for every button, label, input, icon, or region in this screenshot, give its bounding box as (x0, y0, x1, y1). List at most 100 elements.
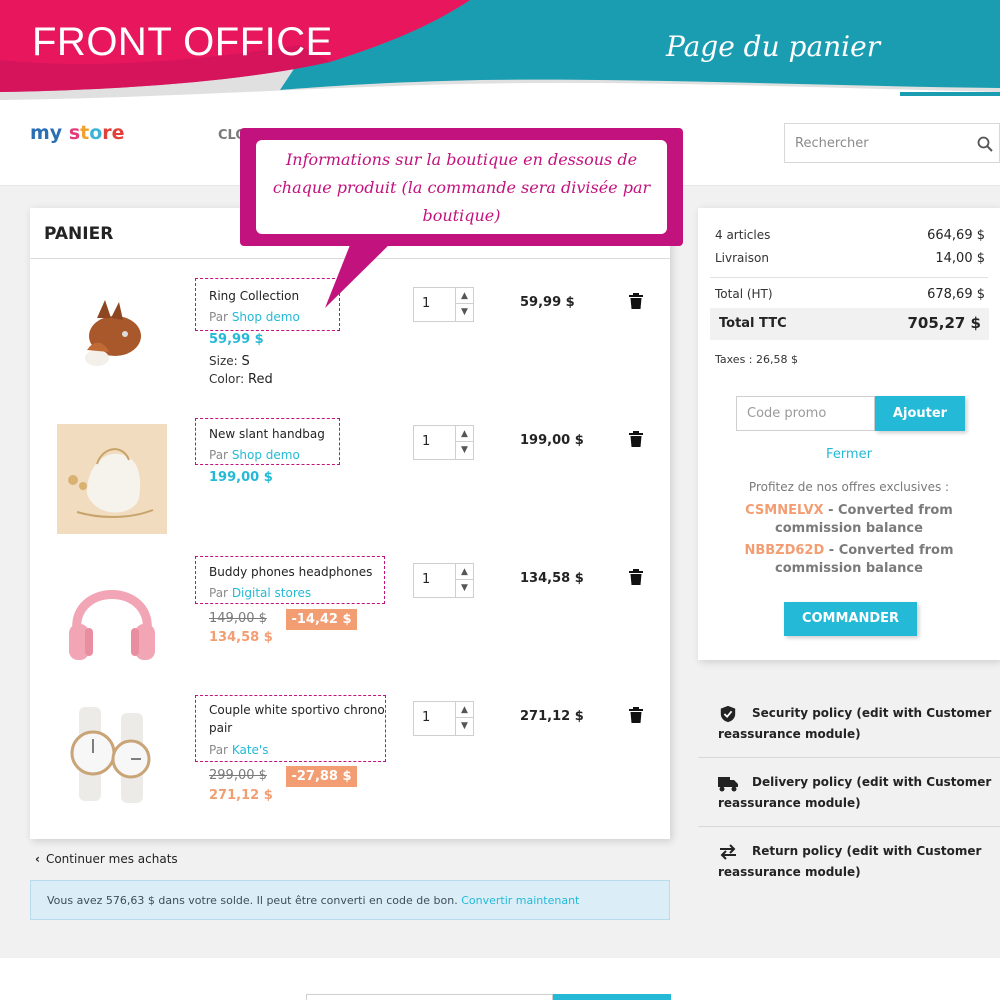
cart-item: Couple white sportivo chrono pair Par Ka… (30, 693, 670, 833)
white-watches-image (57, 699, 167, 809)
shop-link[interactable]: Digital stores (232, 586, 311, 600)
continue-shopping-link[interactable]: ‹ Continuer mes achats (35, 852, 178, 866)
quantity-value[interactable]: 1 (422, 296, 430, 311)
shop-prefix: Par (209, 586, 228, 600)
chevron-down-icon[interactable]: ▼ (456, 442, 473, 458)
product-shop: Par Digital stores (209, 586, 311, 600)
product-name[interactable]: New slant handbag (209, 425, 325, 443)
product-name-line: Couple white sportivo chrono (209, 703, 385, 717)
chevron-down-icon[interactable]: ▼ (456, 718, 473, 734)
quantity-stepper[interactable]: 1 ▲ ▼ (413, 425, 474, 460)
trash-icon[interactable] (629, 569, 643, 585)
quantity-buttons: ▲ ▼ (455, 702, 473, 735)
product-name[interactable]: Ring Collection (209, 287, 299, 305)
reassurance-text: Security policy (edit with Customer reas… (718, 706, 992, 741)
product-price: 59,99 $ (209, 332, 264, 347)
summary-total-ttc: Total TTC 705,27 $ (710, 308, 989, 340)
line-total: 134,58 $ (520, 571, 584, 586)
quantity-stepper[interactable]: 1 ▲ ▼ (413, 701, 474, 736)
footer (0, 958, 1000, 1000)
attribute-value: S (241, 354, 250, 369)
white-handbag-image (57, 424, 167, 534)
product-price: 199,00 $ (209, 470, 273, 485)
voucher-code-desc: commission balance (775, 561, 923, 576)
chevron-down-icon[interactable]: ▼ (456, 304, 473, 320)
add-promo-button[interactable]: Ajouter (875, 396, 965, 431)
summary-shipping-value: 14,00 $ (935, 251, 985, 266)
chevron-up-icon[interactable]: ▲ (456, 288, 473, 304)
summary-shipping: Livraison 14,00 $ (715, 251, 985, 266)
product-price: 271,12 $ (209, 788, 273, 803)
shop-prefix: Par (209, 743, 228, 757)
summary-divider (710, 277, 988, 278)
callout-annotation: Informations sur la boutique en dessous … (240, 128, 683, 246)
voucher-code-value[interactable]: CSMNELVX (745, 503, 823, 518)
search-icon[interactable] (977, 136, 993, 152)
shop-link[interactable]: Kate's (232, 743, 269, 757)
voucher-code-desc: commission balance (775, 521, 923, 536)
chevron-up-icon[interactable]: ▲ (456, 564, 473, 580)
product-shop: Par Shop demo (209, 310, 300, 324)
pink-headphones-image (57, 562, 167, 672)
line-total: 59,99 $ (520, 295, 575, 310)
trash-icon[interactable] (629, 707, 643, 723)
chevron-down-icon[interactable]: ▼ (456, 580, 473, 596)
regular-price: 149,00 $ (209, 611, 267, 626)
reassurance-divider (698, 757, 1000, 758)
voucher-code[interactable]: NBBZD62D - Converted from commission bal… (698, 542, 1000, 578)
search-input[interactable] (785, 124, 965, 162)
convert-now-link[interactable]: Convertir maintenant (461, 894, 579, 907)
cart-divider (30, 258, 670, 259)
continue-shopping-label: Continuer mes achats (45, 852, 178, 866)
logo-text-part3: t (80, 122, 90, 144)
quantity-buttons: ▲ ▼ (455, 426, 473, 459)
quantity-stepper[interactable]: 1 ▲ ▼ (413, 287, 474, 322)
newsletter-button[interactable] (553, 994, 671, 1000)
line-total: 271,12 $ (520, 709, 584, 724)
product-shop: Par Shop demo (209, 448, 300, 462)
checkout-button[interactable]: COMMANDER (784, 602, 917, 636)
balance-notice: Vous avez 576,63 $ dans votre solde. Il … (30, 880, 670, 920)
quantity-stepper[interactable]: 1 ▲ ▼ (413, 563, 474, 598)
chevron-up-icon[interactable]: ▲ (456, 426, 473, 442)
summary-total-ht-label: Total (HT) (715, 287, 773, 301)
chevron-left-icon: ‹ (35, 852, 40, 866)
shop-link[interactable]: Shop demo (232, 310, 300, 324)
product-price: 134,58 $ (209, 630, 273, 645)
banner: FRONT OFFICE Page du panier (0, 0, 1000, 100)
summary-articles-value: 664,69 $ (927, 228, 985, 243)
shop-link[interactable]: Shop demo (232, 448, 300, 462)
product-shop: Par Kate's (209, 743, 268, 757)
close-promo-link[interactable]: Fermer (698, 447, 1000, 462)
banner-title: FRONT OFFICE (32, 20, 333, 64)
product-attribute-size: Size: S (209, 354, 250, 369)
trash-icon[interactable] (629, 431, 643, 447)
quantity-buttons: ▲ ▼ (455, 288, 473, 321)
store-logo[interactable]: my store (30, 122, 125, 144)
shop-prefix: Par (209, 448, 228, 462)
summary-taxes: Taxes : 26,58 $ (715, 353, 798, 366)
notice-text: Vous avez 576,63 $ dans votre solde. Il … (47, 894, 458, 907)
search-box (784, 123, 1000, 163)
attribute-label: Size: (209, 354, 238, 368)
summary-shipping-label: Livraison (715, 251, 769, 265)
quantity-value[interactable]: 1 (422, 572, 430, 587)
trash-icon[interactable] (629, 293, 643, 309)
quantity-value[interactable]: 1 (422, 710, 430, 725)
shop-prefix: Par (209, 310, 228, 324)
reassurance-divider (698, 826, 1000, 827)
logo-text-part4: o (89, 122, 103, 144)
product-name[interactable]: Couple white sportivo chrono pair (209, 701, 385, 737)
regular-price: 299,00 $ (209, 768, 267, 783)
quantity-value[interactable]: 1 (422, 434, 430, 449)
chevron-up-icon[interactable]: ▲ (456, 702, 473, 718)
voucher-code[interactable]: CSMNELVX - Converted from commission bal… (698, 502, 1000, 538)
discount-badge: -27,88 $ (286, 766, 357, 787)
voucher-code-value[interactable]: NBBZD62D (744, 543, 824, 558)
voucher-code-desc: - Converted from (828, 503, 953, 518)
promo-code-input[interactable] (736, 396, 875, 431)
newsletter-input[interactable] (306, 994, 553, 1000)
cart-panel: PANIER Ring Collection Par Shop demo 59,… (30, 208, 670, 839)
reassurance-text: Return policy (edit with Customer reassu… (718, 844, 982, 879)
product-name[interactable]: Buddy phones headphones (209, 563, 372, 581)
